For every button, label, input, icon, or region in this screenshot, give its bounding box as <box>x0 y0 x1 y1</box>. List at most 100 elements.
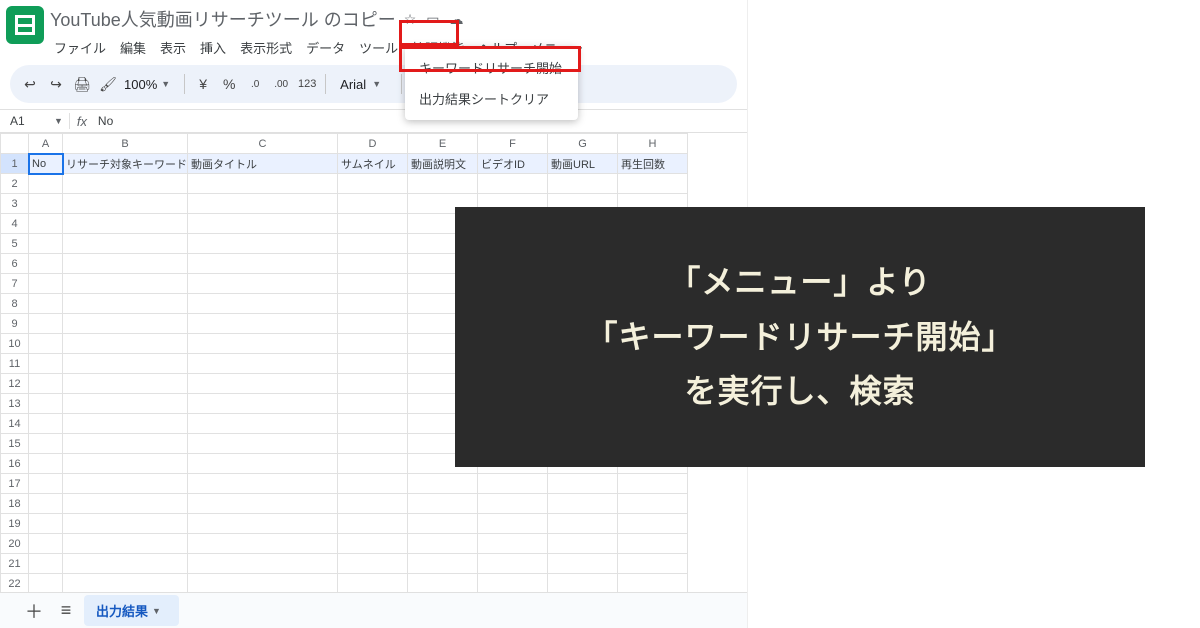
cell[interactable]: サムネイル <box>338 154 408 174</box>
increase-decimal-button[interactable]: .00 <box>271 74 291 94</box>
cell[interactable] <box>29 414 63 434</box>
cell[interactable] <box>188 394 338 414</box>
cell[interactable] <box>338 394 408 414</box>
cell[interactable] <box>338 554 408 574</box>
cell[interactable] <box>408 574 478 593</box>
cell[interactable] <box>338 514 408 534</box>
row-header[interactable]: 12 <box>1 374 29 394</box>
cell[interactable] <box>618 554 688 574</box>
row-header[interactable]: 22 <box>1 574 29 593</box>
row-header[interactable]: 2 <box>1 174 29 194</box>
row-header[interactable]: 14 <box>1 414 29 434</box>
cell[interactable] <box>618 514 688 534</box>
cell[interactable] <box>478 474 548 494</box>
cell[interactable] <box>408 514 478 534</box>
cell[interactable] <box>29 174 63 194</box>
cell[interactable] <box>478 574 548 593</box>
menu-insert[interactable]: 挿入 <box>196 36 230 59</box>
cell[interactable] <box>478 534 548 554</box>
row-header[interactable]: 13 <box>1 394 29 414</box>
cell[interactable] <box>338 454 408 474</box>
row-header[interactable]: 10 <box>1 334 29 354</box>
cell[interactable] <box>29 574 63 593</box>
cell[interactable] <box>29 394 63 414</box>
row-header[interactable]: 16 <box>1 454 29 474</box>
cell[interactable] <box>338 434 408 454</box>
cell[interactable] <box>548 574 618 593</box>
cell[interactable] <box>478 494 548 514</box>
cell[interactable] <box>548 514 618 534</box>
cell[interactable] <box>548 474 618 494</box>
more-formats-button[interactable]: 123 <box>297 74 317 94</box>
cell[interactable] <box>63 494 188 514</box>
cell[interactable] <box>618 494 688 514</box>
row-header[interactable]: 9 <box>1 314 29 334</box>
cell[interactable] <box>29 474 63 494</box>
col-header[interactable]: G <box>548 134 618 154</box>
cell[interactable] <box>63 394 188 414</box>
cell[interactable] <box>188 454 338 474</box>
menu-file[interactable]: ファイル <box>50 36 110 59</box>
cell[interactable] <box>63 454 188 474</box>
row-header[interactable]: 17 <box>1 474 29 494</box>
undo-icon[interactable]: ↩ <box>20 74 40 94</box>
cell[interactable] <box>338 414 408 434</box>
currency-button[interactable]: ¥ <box>193 74 213 94</box>
cell[interactable]: 動画説明文 <box>408 154 478 174</box>
decrease-decimal-button[interactable]: .0 <box>245 74 265 94</box>
cell[interactable] <box>338 334 408 354</box>
cell[interactable]: ビデオID <box>478 154 548 174</box>
cell[interactable] <box>478 514 548 534</box>
cell[interactable] <box>188 514 338 534</box>
cell[interactable] <box>29 294 63 314</box>
col-header[interactable]: H <box>618 134 688 154</box>
cell[interactable] <box>188 234 338 254</box>
row-header[interactable]: 21 <box>1 554 29 574</box>
cell[interactable] <box>548 554 618 574</box>
cell[interactable] <box>188 494 338 514</box>
cell[interactable] <box>478 554 548 574</box>
cell[interactable] <box>63 474 188 494</box>
cell[interactable] <box>63 234 188 254</box>
cell[interactable] <box>29 494 63 514</box>
cell[interactable] <box>188 254 338 274</box>
cell[interactable] <box>548 174 618 194</box>
cell[interactable] <box>29 554 63 574</box>
cell[interactable] <box>29 214 63 234</box>
cell[interactable] <box>618 174 688 194</box>
cell[interactable] <box>188 314 338 334</box>
cell[interactable] <box>63 334 188 354</box>
cell[interactable] <box>408 554 478 574</box>
cell[interactable] <box>188 474 338 494</box>
cell[interactable] <box>63 274 188 294</box>
cell[interactable] <box>29 194 63 214</box>
add-sheet-button[interactable]: ＋ <box>20 597 48 625</box>
row-header[interactable]: 15 <box>1 434 29 454</box>
row-header[interactable]: 4 <box>1 214 29 234</box>
cell[interactable]: 動画タイトル <box>188 154 338 174</box>
row-header[interactable]: 20 <box>1 534 29 554</box>
cell[interactable] <box>338 234 408 254</box>
cell[interactable] <box>29 314 63 334</box>
cell[interactable] <box>63 314 188 334</box>
cell[interactable] <box>408 494 478 514</box>
star-icon[interactable]: ☆ <box>404 11 417 28</box>
cell[interactable] <box>188 194 338 214</box>
cell[interactable] <box>338 534 408 554</box>
cell[interactable] <box>63 174 188 194</box>
row-header[interactable]: 8 <box>1 294 29 314</box>
cell[interactable] <box>338 194 408 214</box>
cell[interactable] <box>63 254 188 274</box>
menu-edit[interactable]: 編集 <box>116 36 150 59</box>
col-header[interactable]: F <box>478 134 548 154</box>
cell[interactable] <box>63 374 188 394</box>
cell[interactable] <box>29 334 63 354</box>
row-header[interactable]: 5 <box>1 234 29 254</box>
cell[interactable] <box>188 294 338 314</box>
cell[interactable] <box>29 434 63 454</box>
cell[interactable] <box>63 434 188 454</box>
cell[interactable] <box>63 294 188 314</box>
cell[interactable] <box>29 534 63 554</box>
cell[interactable]: リサーチ対象キーワード <box>63 154 188 174</box>
cell[interactable] <box>63 414 188 434</box>
